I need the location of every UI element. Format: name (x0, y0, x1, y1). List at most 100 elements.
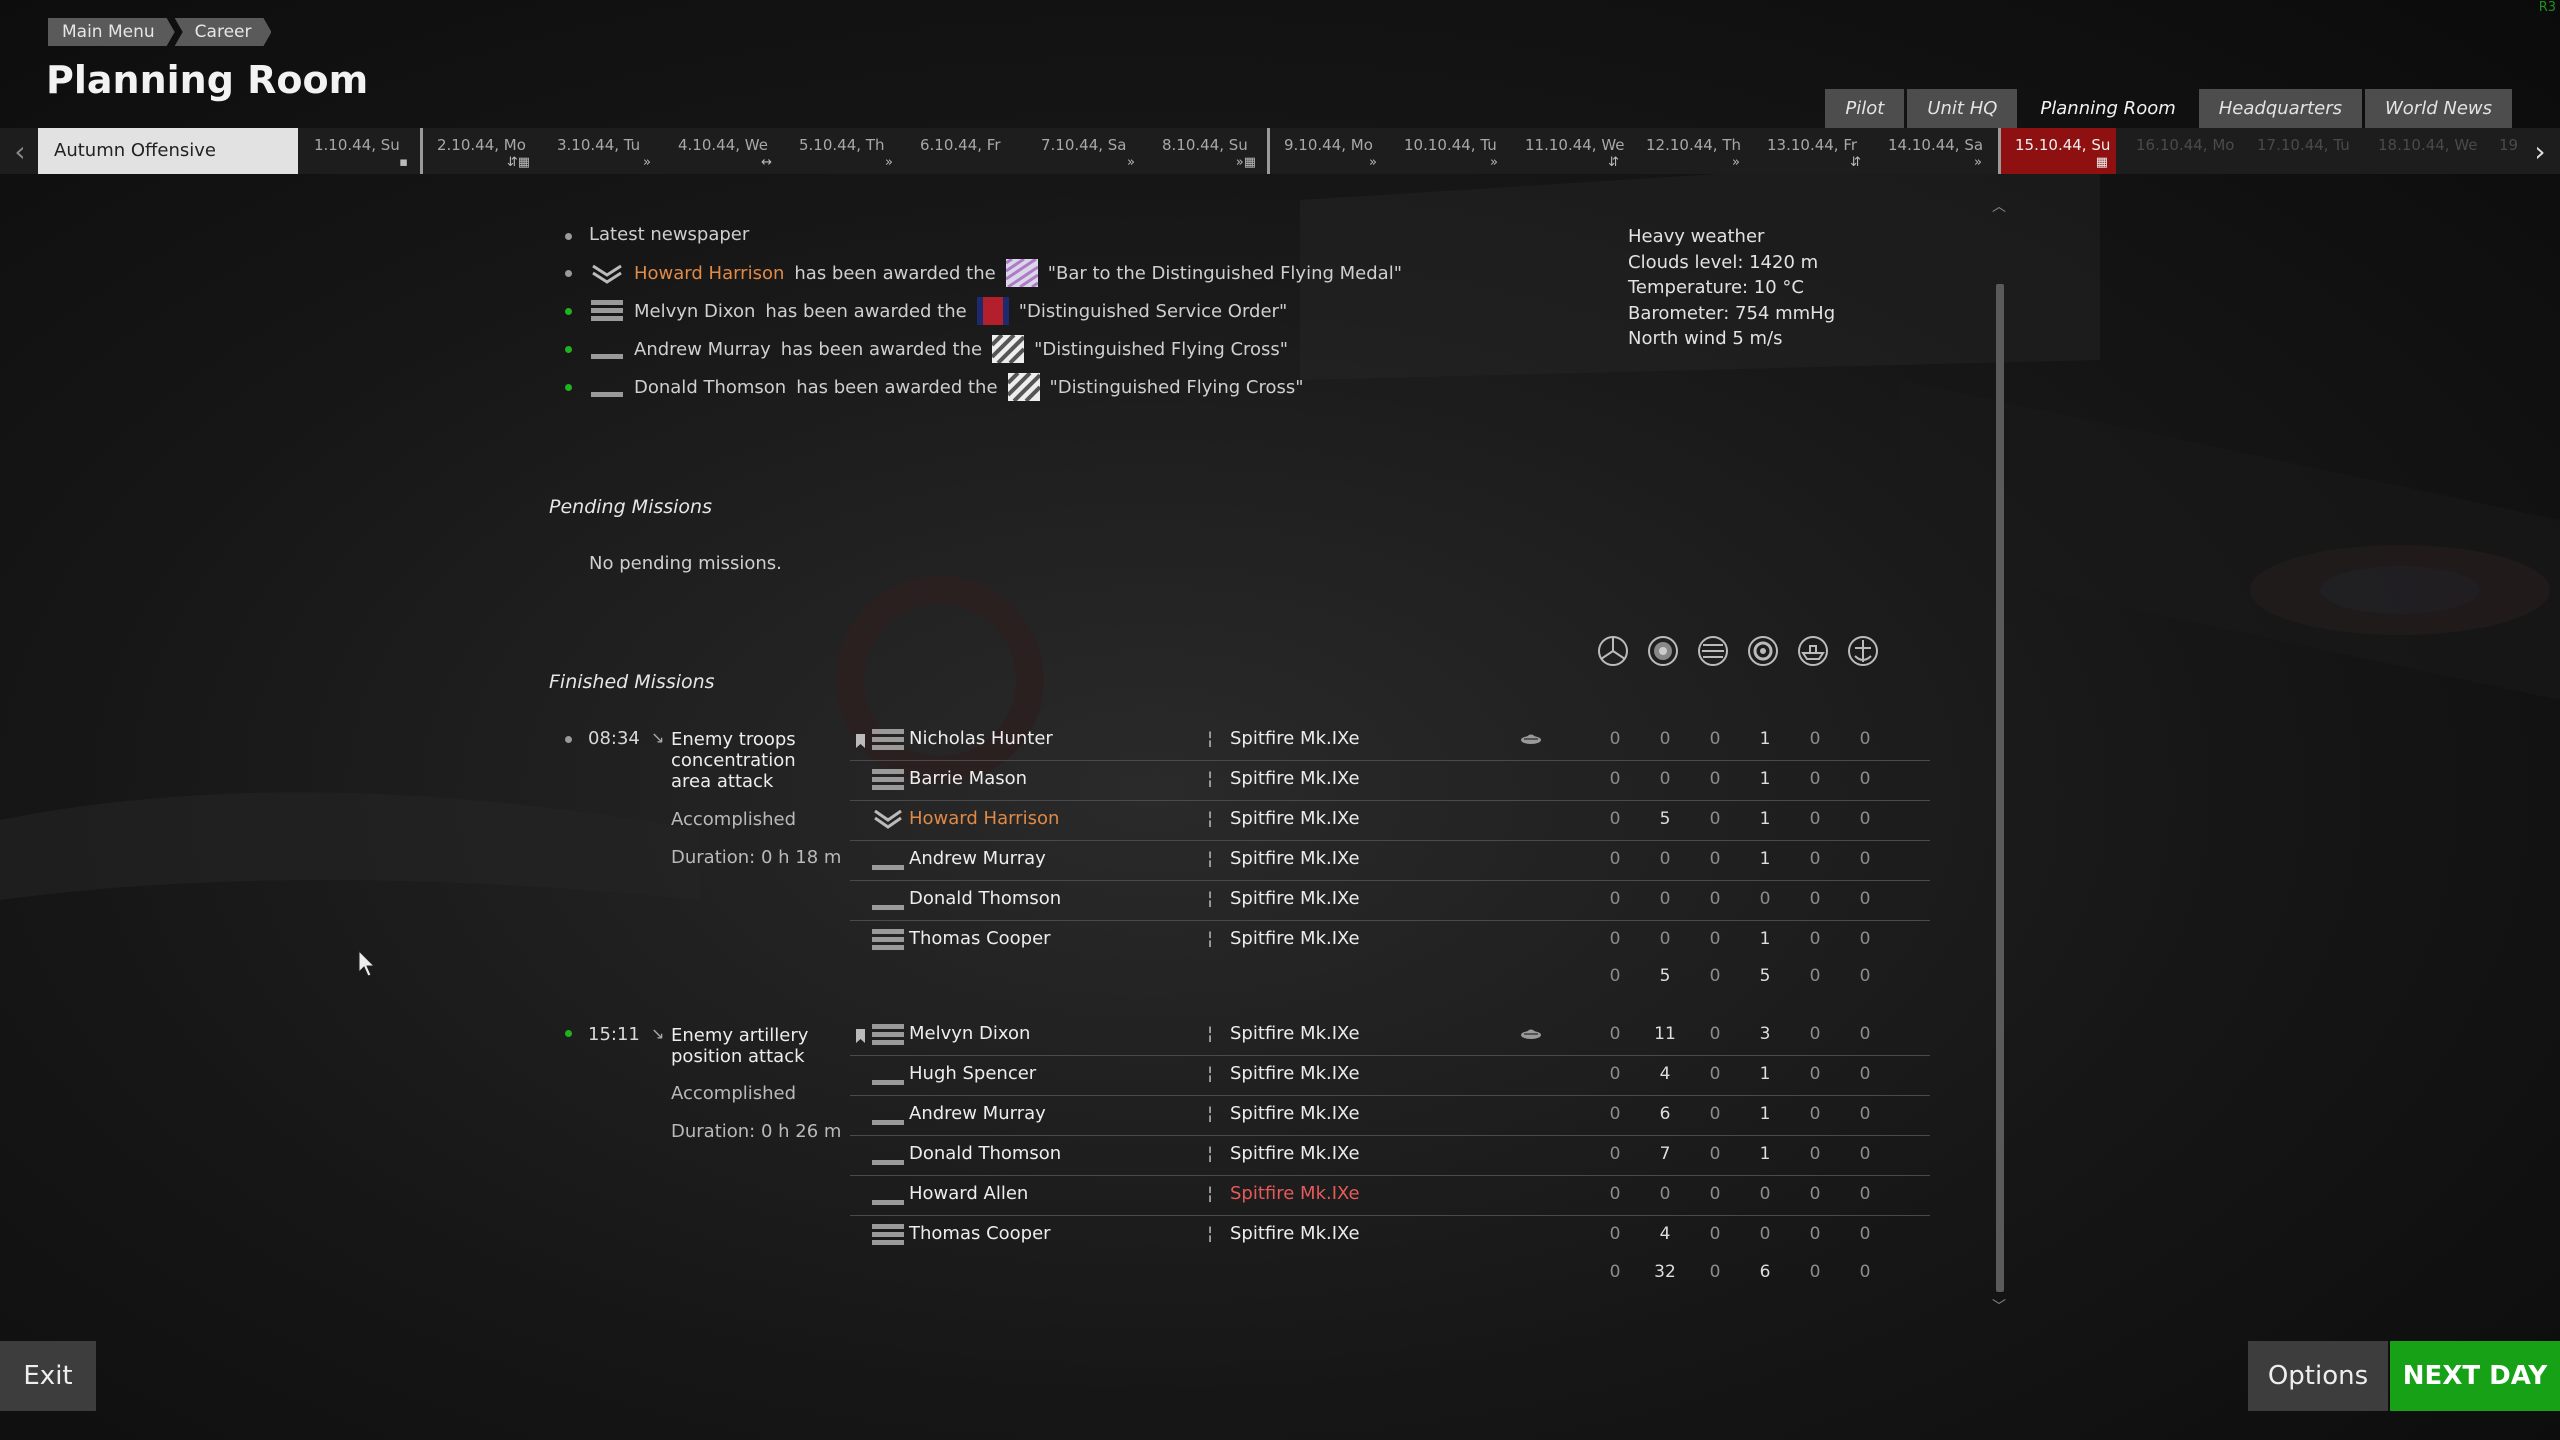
ship-target-icon (1798, 636, 1828, 666)
weather-panel: Heavy weather Clouds level: 1420 m Tempe… (1628, 224, 1835, 352)
timeline-next-icon[interactable]: › (2522, 128, 2558, 174)
next-day-button[interactable]: NEXT DAY (2390, 1341, 2560, 1411)
stat-value: 0 (1709, 809, 1721, 829)
day-cell[interactable]: 16.10.44, Mo (2120, 128, 2238, 174)
tab-planning-room[interactable]: Planning Room (2020, 89, 2195, 128)
news-pilot-name[interactable]: Andrew Murray (634, 339, 771, 360)
scrollbar[interactable] (1996, 200, 2004, 1305)
rank-bar-icon (591, 392, 623, 397)
pilot-name[interactable]: Thomas Cooper (909, 1223, 1051, 1244)
news-bullet (565, 308, 572, 315)
day-cell[interactable]: 11.10.44, We ⇵ (1509, 128, 1627, 174)
tab-world-news[interactable]: World News (2365, 89, 2512, 128)
stat-value: 0 (1809, 1184, 1821, 1204)
pilot-name[interactable]: Donald Thomson (909, 1143, 1061, 1164)
exit-button[interactable]: Exit (0, 1341, 96, 1411)
rank-insignia-icon (872, 806, 904, 832)
day-cell[interactable]: 2.10.44, Mo ⇵▦ (420, 128, 538, 174)
mission-totals: 0 32 0 6 0 0 (850, 1262, 1930, 1292)
scrollbar-thumb[interactable] (1996, 284, 2004, 1292)
mission-title[interactable]: Enemy artillery position attack (671, 1025, 831, 1067)
news-pilot-name[interactable]: Melvyn Dixon (634, 301, 755, 322)
stat-value: 0 (1809, 1064, 1821, 1084)
pilot-row[interactable]: Donald Thomson ¦ Spitfire Mk.IXe 0 7 0 1 0 0 (850, 1135, 1930, 1176)
stat-value: 0 (1609, 849, 1621, 869)
day-cell[interactable]: 4.10.44, We ↔ (662, 128, 780, 174)
day-cell[interactable]: 7.10.44, Sa» (1025, 128, 1143, 174)
pilot-row[interactable]: Donald Thomson ¦ Spitfire Mk.IXe 0 0 0 0 0 0 (850, 880, 1930, 921)
pilot-name[interactable]: Andrew Murray (909, 848, 1046, 869)
news-award-name: "Distinguished Service Order" (1018, 300, 1288, 322)
leader-flag-icon (856, 1027, 865, 1043)
day-cell[interactable]: 8.10.44, Su »▦ (1146, 128, 1264, 174)
mission-time: 08:34 (588, 728, 640, 749)
stat-value: 0 (1759, 889, 1771, 909)
pilot-name[interactable]: Andrew Murray (909, 1103, 1046, 1124)
day-cell[interactable]: 6.10.44, Fr (904, 128, 1022, 174)
pilot-row[interactable]: Thomas Cooper ¦ Spitfire Mk.IXe 0 0 0 1 0 0 (850, 920, 1930, 960)
day-cell[interactable]: 3.10.44, Tu» (541, 128, 659, 174)
news-pilot-name[interactable]: Donald Thomson (634, 377, 786, 398)
stat-value: 0 (1709, 889, 1721, 909)
breadcrumb-main-menu[interactable]: Main Menu (48, 18, 175, 46)
pilot-row[interactable]: Barrie Mason ¦ Spitfire Mk.IXe 0 0 0 1 0 0 (850, 760, 1930, 801)
pilot-name[interactable]: Hugh Spencer (909, 1063, 1036, 1084)
total-value: 32 (1654, 1262, 1676, 1282)
pilot-name[interactable]: Nicholas Hunter (909, 728, 1053, 749)
day-cell[interactable]: 5.10.44, Th» (783, 128, 901, 174)
rank-insignia-icon (872, 846, 904, 872)
rank-insignia-icon (872, 886, 904, 912)
pilot-row[interactable]: Melvyn Dixon ¦ Spitfire Mk.IXe 0 11 0 3 0 0 (850, 1015, 1930, 1056)
day-cell[interactable]: 1.10.44, Su ▪ (298, 128, 416, 174)
stat-value: 1 (1759, 729, 1771, 749)
total-value: 5 (1759, 966, 1771, 986)
pilot-name[interactable]: Melvyn Dixon (909, 1023, 1030, 1044)
day-cell[interactable]: 17.10.44, Tu (2241, 128, 2359, 174)
pilot-row[interactable]: Nicholas Hunter ¦ Spitfire Mk.IXe 0 0 0 1 0 0 (850, 720, 1930, 761)
rank-insignia-icon (872, 1101, 904, 1127)
mission-title[interactable]: Enemy troops concentration area attack (671, 729, 831, 792)
stat-value: 0 (1609, 1144, 1621, 1164)
day-cell[interactable]: 12.10.44, Th» (1630, 128, 1748, 174)
vehicle-target-icon (1748, 636, 1778, 666)
pilot-name[interactable]: Howard Allen (909, 1183, 1028, 1204)
rank-chevron-icon (592, 264, 622, 284)
pilot-name[interactable]: Howard Harrison (909, 808, 1059, 829)
timeline-prev-icon[interactable]: ‹ (2, 128, 38, 174)
rank-insignia-icon (872, 926, 904, 952)
options-button[interactable]: Options (2248, 1341, 2388, 1411)
day-timeline: ‹ Autumn Offensive 1.10.44, Su ▪ 2.10.44,… (0, 128, 2560, 174)
pilot-row[interactable]: Andrew Murray ¦ Spitfire Mk.IXe 0 6 0 1 0 0 (850, 1095, 1930, 1136)
breadcrumb: Main Menu Career (48, 18, 271, 46)
aircraft-name: Spitfire Mk.IXe (1230, 848, 1360, 869)
day-cell[interactable]: 18.10.44, We (2362, 128, 2480, 174)
news-bullet (565, 384, 572, 391)
tab-headquarters[interactable]: Headquarters (2198, 89, 2362, 128)
day-cell[interactable]: 13.10.44, Fr ⇵ (1751, 128, 1869, 174)
stat-value: 0 (1609, 1104, 1621, 1124)
pilot-row[interactable]: Howard Harrison ¦ Spitfire Mk.IXe 0 5 0 1 0 0 (850, 800, 1930, 841)
pilot-row[interactable]: Thomas Cooper ¦ Spitfire Mk.IXe 0 4 0 0 0 0 (850, 1215, 1930, 1255)
aircraft-name: Spitfire Mk.IXe (1230, 928, 1360, 949)
day-cell[interactable]: 14.10.44, Sa» (1872, 128, 1990, 174)
stat-value: 0 (1809, 1144, 1821, 1164)
pilot-row[interactable]: Hugh Spencer ¦ Spitfire Mk.IXe 0 4 0 1 0 0 (850, 1055, 1930, 1096)
day-cell[interactable]: 9.10.44, Mo» (1267, 128, 1385, 174)
pilot-name[interactable]: Barrie Mason (909, 768, 1027, 789)
stat-value: 0 (1659, 929, 1671, 949)
tab-pilot[interactable]: Pilot (1825, 89, 1905, 128)
stat-value: 0 (1709, 849, 1721, 869)
breadcrumb-career[interactable]: Career (175, 18, 272, 46)
pilot-row[interactable]: Howard Allen ¦ Spitfire Mk.IXe 0 0 0 0 0 0 (850, 1175, 1930, 1216)
stat-value: 0 (1709, 1144, 1721, 1164)
news-pilot-name[interactable]: Howard Harrison (634, 263, 784, 284)
day-cell[interactable]: 19 (2483, 128, 2523, 174)
scroll-down-icon[interactable]: ﹀ (1992, 1296, 2006, 1316)
pilot-name[interactable]: Thomas Cooper (909, 928, 1051, 949)
pilot-row[interactable]: Andrew Murray ¦ Spitfire Mk.IXe 0 0 0 1 0 0 (850, 840, 1930, 881)
day-cell-current[interactable]: 15.10.44, Su ▦ (1998, 128, 2116, 174)
campaign-name[interactable]: Autumn Offensive (38, 128, 298, 174)
tab-unit-hq[interactable]: Unit HQ (1907, 89, 2018, 128)
day-cell[interactable]: 10.10.44, Tu» (1388, 128, 1506, 174)
pilot-name[interactable]: Donald Thomson (909, 888, 1061, 909)
